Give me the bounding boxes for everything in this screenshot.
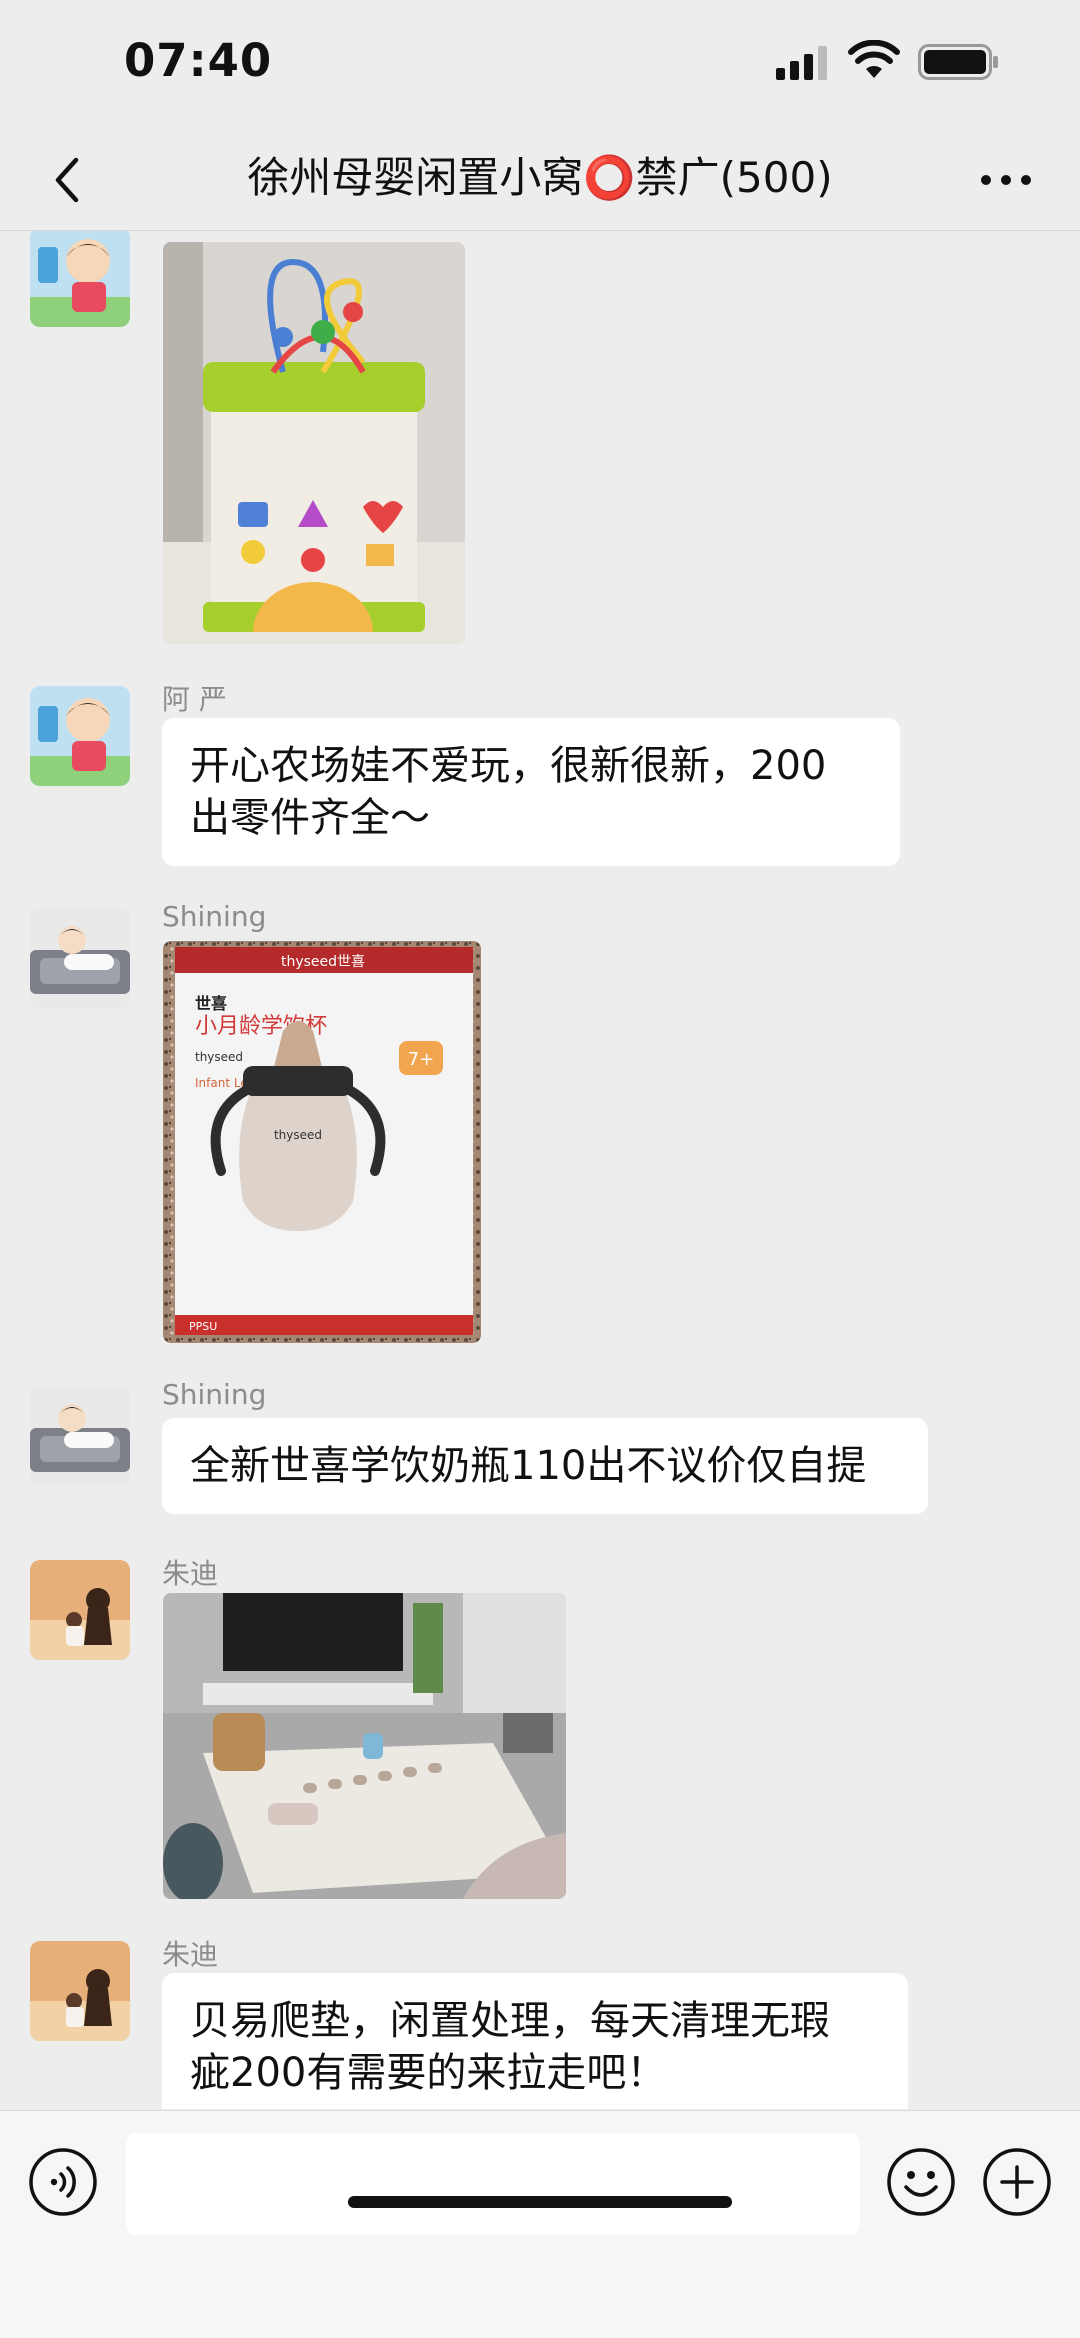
emoji-icon[interactable] [886,2147,956,2217]
chat-header: 徐州母婴闲置小窝⭕禁广(500) [0,130,1080,231]
image-message[interactable]: thyseed世喜 世喜 小月龄学饮杯 thyseed Infant Learn… [163,941,481,1343]
sippy-cup-box-photo: thyseed世喜 世喜 小月龄学饮杯 thyseed Infant Learn… [163,941,481,1343]
status-bar: 07:40 [0,0,1080,130]
avatar[interactable] [30,686,130,786]
chat-title: 徐州母婴闲置小窝⭕禁广(500) [247,153,833,202]
message-text: 全新世喜学饮奶瓶110出不议价仅自提 [190,1443,867,1489]
sender-name: 阿 严 [162,683,227,716]
sender-name: Shining [162,900,267,933]
avatar[interactable] [30,1386,130,1486]
message-text: 疵200有需要的来拉走吧！ [190,2050,667,2096]
box-material: PPSU [189,1320,217,1333]
box-age: 7+ [408,1049,435,1070]
status-time: 07:40 [124,34,273,87]
battery-icon [918,44,998,80]
sender-name: 朱迪 [162,1557,219,1590]
avatar[interactable] [30,231,130,327]
avatar[interactable] [30,908,130,1008]
cellular-signal-icon [776,46,827,80]
voice-input-icon[interactable] [28,2147,98,2217]
activity-cube-toy-photo [163,242,465,644]
add-attachment-icon[interactable] [982,2147,1052,2217]
message-input[interactable] [126,2133,860,2235]
text-message[interactable]: 开心农场娃不爱玩，很新很新，200 出零件齐全～ [162,718,900,866]
back-arrow-icon[interactable] [46,150,86,210]
avatar[interactable] [30,1560,130,1660]
message-text: 出零件齐全～ [190,795,430,841]
message-text: 贝易爬垫，闲置处理，每天清理无瑕 [190,1998,830,2044]
box-brand: thyseed世喜 [281,954,365,970]
message-list[interactable]: 阿 严 开心农场娃不爱玩，很新很新，200 出零件齐全～ Shining thy… [0,231,1080,2109]
image-message[interactable] [163,1593,566,1899]
home-indicator [348,2196,732,2208]
cup-brand: thyseed [274,1128,322,1142]
box-brand-en: thyseed [195,1050,243,1064]
text-message[interactable]: 贝易爬垫，闲置处理，每天清理无瑕 疵200有需要的来拉走吧！ [162,1973,908,2109]
message-text: 开心农场娃不爱玩，很新很新，200 [190,743,827,789]
more-options-icon[interactable] [976,150,1036,210]
sender-name: Shining [162,1378,267,1411]
wifi-icon [848,40,900,78]
avatar[interactable] [30,1941,130,2041]
text-message[interactable]: 全新世喜学饮奶瓶110出不议价仅自提 [162,1418,928,1514]
input-bar [0,2110,1080,2338]
box-brand-cn: 世喜 [195,994,227,1013]
play-mat-living-room-photo [163,1593,566,1899]
image-message[interactable] [163,242,465,644]
sender-name: 朱迪 [162,1938,219,1971]
